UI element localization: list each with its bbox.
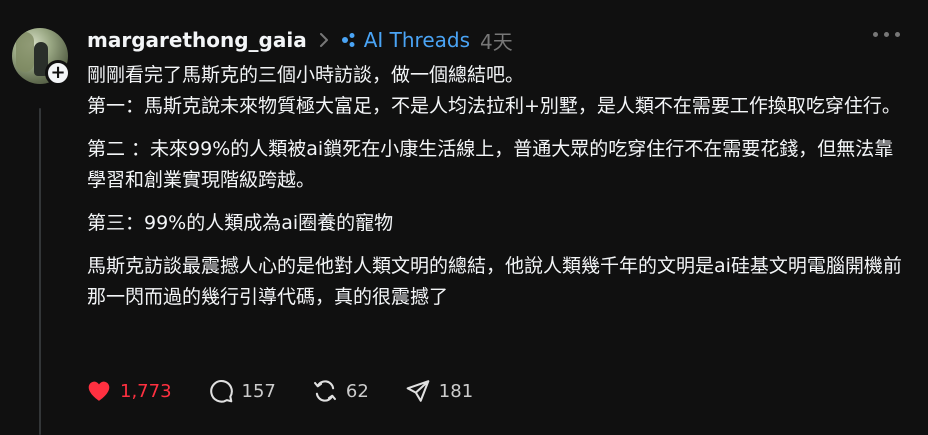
share-button[interactable]: 181	[405, 378, 473, 404]
post-body: 剛剛看完了馬斯克的三個小時訪談，做一個總結吧。 第一：馬斯克說未來物質極大富足，…	[87, 60, 907, 325]
chevron-right-icon	[319, 33, 328, 47]
paragraph: 剛剛看完了馬斯克的三個小時訪談，做一個總結吧。 第一：馬斯克說未來物質極大富足，…	[87, 64, 901, 117]
post-time: 4天	[480, 29, 513, 54]
comment-bubble-icon	[209, 380, 233, 403]
paragraph: 第三：99%的人類成為ai圈養的寵物	[87, 212, 394, 234]
share-count: 181	[438, 380, 474, 402]
topic-link[interactable]: AI Threads	[364, 28, 470, 52]
like-count: 1,773	[120, 380, 172, 402]
like-button[interactable]: 1,773	[86, 378, 172, 404]
repost-count: 62	[345, 380, 369, 402]
dot	[873, 32, 878, 37]
repost-icon	[313, 380, 336, 402]
dot	[884, 32, 889, 37]
follow-plus-button[interactable]: +	[45, 60, 71, 86]
avatar-background	[16, 32, 34, 72]
action-bar: 1,773 157 62 181	[86, 378, 509, 404]
comment-count: 157	[241, 380, 276, 402]
comment-button[interactable]: 157	[208, 378, 276, 404]
topic-icon	[341, 33, 355, 47]
post-header: margarethong_gaia AI Threads 4天	[87, 24, 513, 56]
send-icon	[406, 380, 430, 402]
paragraph: 馬斯克訪談最震撼人心的是他對人類文明的總結，他說人類幾千年的文明是ai硅基文明電…	[87, 255, 902, 308]
thread-post: + margarethong_gaia AI Threads 4天 剛剛看完了馬…	[0, 0, 928, 435]
username[interactable]: margarethong_gaia	[87, 28, 307, 52]
repost-button[interactable]: 62	[312, 378, 369, 404]
paragraph: 第二 ：未來99%的人類被ai鎖死在小康生活線上，普通大眾的吃穿住行不在需要花錢…	[87, 138, 894, 191]
heart-icon	[88, 381, 110, 401]
dot	[895, 32, 900, 37]
thread-line	[39, 108, 41, 435]
more-dots-icon[interactable]	[873, 32, 900, 37]
